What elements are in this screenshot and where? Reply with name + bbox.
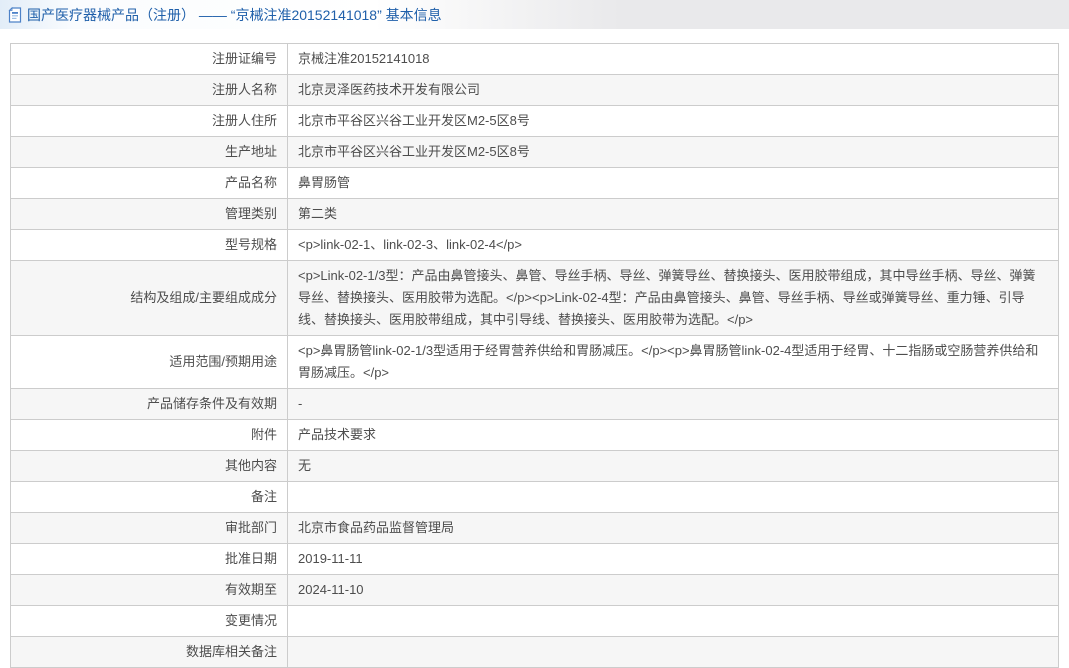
- row-value: 产品技术要求: [287, 419, 1059, 451]
- row-label: 产品储存条件及有效期: [10, 388, 288, 420]
- table-row: 产品储存条件及有效期 -: [10, 388, 1059, 420]
- table-row: 批准日期 2019-11-11: [10, 543, 1059, 575]
- info-table-body: 注册证编号 京械注准20152141018 注册人名称 北京灵泽医药技术开发有限公司…: [10, 43, 1059, 668]
- table-row: 备注: [10, 481, 1059, 513]
- table-row: 有效期至 2024-11-10: [10, 574, 1059, 606]
- row-label: 批准日期: [10, 543, 288, 575]
- row-value: [287, 481, 1059, 513]
- page-header: 国产医疗器械产品（注册） —— “京械注准20152141018” 基本信息: [0, 0, 1069, 29]
- row-value: 鼻胃肠管: [287, 167, 1059, 199]
- table-row: 结构及组成/主要组成成分 <p>Link-02-1/3型：产品由鼻管接头、鼻管、导…: [10, 260, 1059, 336]
- table-row: 型号规格 <p>link-02-1、link-02-3、link-02-4</p>: [10, 229, 1059, 261]
- row-label: 生产地址: [10, 136, 288, 168]
- table-row: 生产地址 北京市平谷区兴谷工业开发区M2-5区8号: [10, 136, 1059, 168]
- row-label: 结构及组成/主要组成成分: [10, 260, 288, 336]
- table-row: 其他内容无: [10, 450, 1059, 482]
- row-label: 附件: [10, 419, 288, 451]
- row-value: 京械注准20152141018: [287, 43, 1059, 75]
- row-value: -: [287, 388, 1059, 420]
- table-row: 管理类别 第二类: [10, 198, 1059, 230]
- table-row: 附件 产品技术要求: [10, 419, 1059, 451]
- table-row: 变更情况: [10, 605, 1059, 637]
- table-row: 注册人住所 北京市平谷区兴谷工业开发区M2-5区8号: [10, 105, 1059, 137]
- row-label: 其他内容: [10, 450, 288, 482]
- row-label: 注册证编号: [10, 43, 288, 75]
- table-row: 注册证编号 京械注准20152141018: [10, 43, 1059, 75]
- row-value: 北京市食品药品监督管理局: [287, 512, 1059, 544]
- row-label: 有效期至: [10, 574, 288, 606]
- row-value: 北京灵泽医药技术开发有限公司: [287, 74, 1059, 106]
- table-row: 适用范围/预期用途 <p>鼻胃肠管link-02-1/3型适用于经胃营养供给和胃肠…: [10, 335, 1059, 389]
- row-value: 2024-11-10: [287, 574, 1059, 606]
- row-value: 无: [287, 450, 1059, 482]
- table-row: 审批部门 北京市食品药品监督管理局: [10, 512, 1059, 544]
- row-value: <p>鼻胃肠管link-02-1/3型适用于经胃营养供给和胃肠减压。</p><p…: [287, 335, 1059, 389]
- row-value: 第二类: [287, 198, 1059, 230]
- row-label: 变更情况: [10, 605, 288, 637]
- info-table: 注册证编号 京械注准20152141018 注册人名称 北京灵泽医药技术开发有限公司…: [10, 43, 1059, 668]
- row-value: 北京市平谷区兴谷工业开发区M2-5区8号: [287, 136, 1059, 168]
- row-label: 管理类别: [10, 198, 288, 230]
- table-row: 产品名称 鼻胃肠管: [10, 167, 1059, 199]
- row-label: 适用范围/预期用途: [10, 335, 288, 389]
- row-label: 型号规格: [10, 229, 288, 261]
- row-value: 2019-11-11: [287, 543, 1059, 575]
- row-label: 备注: [10, 481, 288, 513]
- row-value: 北京市平谷区兴谷工业开发区M2-5区8号: [287, 105, 1059, 137]
- page-title: 国产医疗器械产品（注册） —— “京械注准20152141018” 基本信息: [27, 6, 442, 23]
- row-label: 产品名称: [10, 167, 288, 199]
- row-value: <p>link-02-1、link-02-3、link-02-4</p>: [287, 229, 1059, 261]
- row-value: <p>Link-02-1/3型：产品由鼻管接头、鼻管、导丝手柄、导丝、弹簧导丝、…: [287, 260, 1059, 336]
- document-icon: [8, 7, 22, 23]
- row-value: [287, 605, 1059, 637]
- row-label: 审批部门: [10, 512, 288, 544]
- row-label: 注册人名称: [10, 74, 288, 106]
- table-row: 注册人名称 北京灵泽医药技术开发有限公司: [10, 74, 1059, 106]
- row-label: 注册人住所: [10, 105, 288, 137]
